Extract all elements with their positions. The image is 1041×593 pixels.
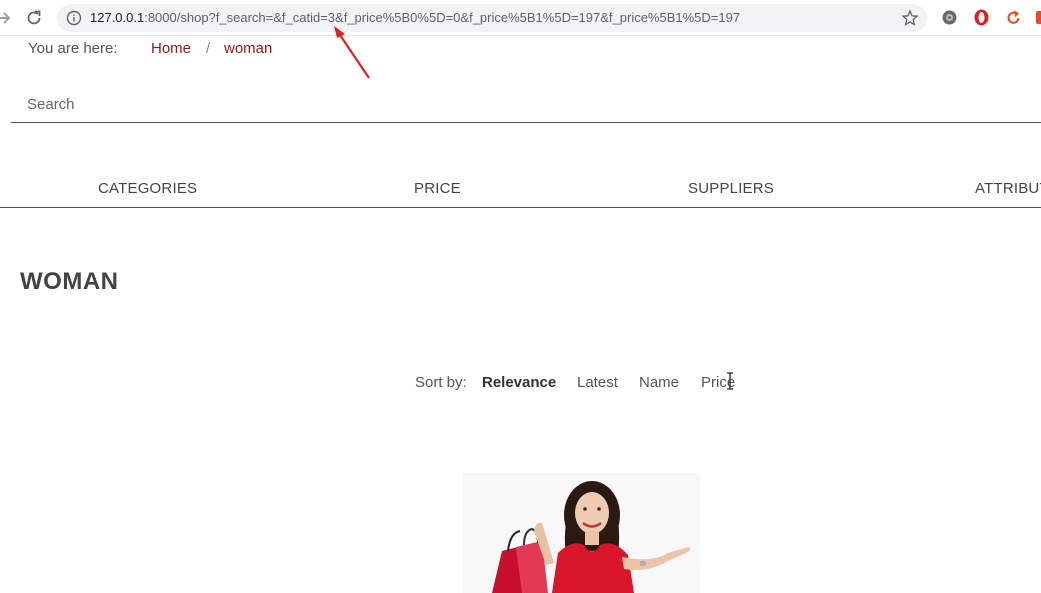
page: 127.0.0.1:8000/shop?f_search=&f_catid=3&… <box>0 0 1041 593</box>
bookmark-star-icon[interactable] <box>901 9 919 27</box>
tab-price[interactable]: PRICE <box>414 180 461 197</box>
sort-latest[interactable]: Latest <box>577 374 618 391</box>
forward-icon[interactable] <box>0 8 14 28</box>
filter-tabs: CATEGORIES PRICE SUPPLIERS ATTRIBUT <box>0 176 1041 208</box>
info-icon[interactable] <box>66 10 82 26</box>
search-input[interactable] <box>11 88 1041 121</box>
address-bar[interactable]: 127.0.0.1:8000/shop?f_search=&f_catid=3&… <box>57 4 927 32</box>
tab-attributes[interactable]: ATTRIBUT <box>975 180 1041 197</box>
browser-toolbar: 127.0.0.1:8000/shop?f_search=&f_catid=3&… <box>0 0 1041 36</box>
url-host: 127.0.0.1 <box>90 10 145 25</box>
sort-label: Sort by: <box>415 374 467 391</box>
extension-icon[interactable] <box>1035 9 1041 26</box>
extension-icon[interactable] <box>941 9 958 26</box>
search-bar <box>11 88 1041 123</box>
url-text[interactable]: 127.0.0.1:8000/shop?f_search=&f_catid=3&… <box>90 10 740 26</box>
sort-name[interactable]: Name <box>639 374 679 391</box>
refresh-extension-icon[interactable] <box>1005 9 1022 26</box>
reload-icon[interactable] <box>24 8 44 28</box>
sort-relevance[interactable]: Relevance <box>482 374 556 391</box>
breadcrumb-current-link[interactable]: woman <box>224 39 272 59</box>
text-cursor-icon <box>727 372 733 390</box>
woman-with-shopping-bags-image <box>462 473 700 593</box>
breadcrumb-home-link[interactable]: Home <box>151 39 191 59</box>
opera-icon[interactable] <box>973 9 990 26</box>
breadcrumb-separator: / <box>206 40 211 57</box>
product-image[interactable] <box>462 473 700 593</box>
url-path: :8000/shop?f_search=&f_catid=3&f_price%5… <box>144 10 741 25</box>
page-title: WOMAN <box>20 268 119 295</box>
tab-categories[interactable]: CATEGORIES <box>98 180 197 197</box>
breadcrumb-prefix: You are here: <box>28 40 118 57</box>
sort-bar: Sort by: Relevance Latest Name Price <box>0 374 1041 396</box>
tab-suppliers[interactable]: SUPPLIERS <box>688 180 774 197</box>
